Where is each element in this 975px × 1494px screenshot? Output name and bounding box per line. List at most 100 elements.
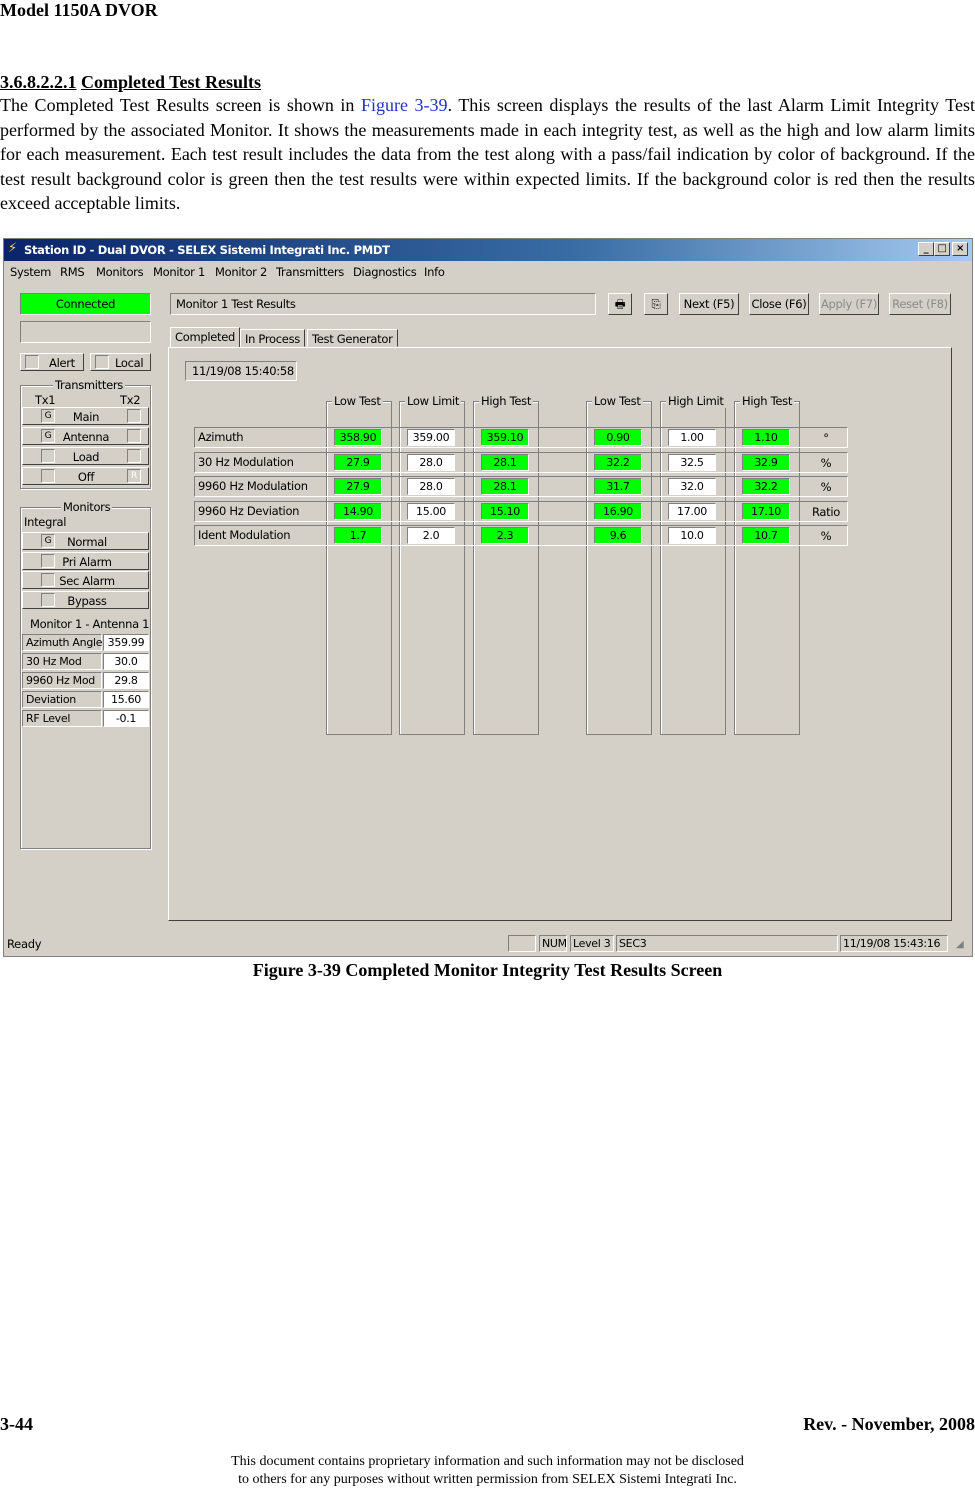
- menu-bar: System RMS Monitors Monitor 1 Monitor 2 …: [4, 261, 972, 281]
- notice-line-1: This document contains proprietary infor…: [231, 1454, 744, 1469]
- tab-in-process[interactable]: In Process: [240, 329, 305, 347]
- transmitter-row-label: Antenna: [62, 430, 110, 444]
- test-value: 1.10: [742, 429, 790, 446]
- reading-label: RF Level: [22, 710, 102, 727]
- reading-label: Azimuth Angle: [22, 634, 103, 651]
- page-header: Model 1150A DVOR: [0, 0, 158, 20]
- test-value: 32.9: [742, 453, 790, 471]
- test-value: 32.2: [742, 478, 790, 495]
- reading-value: 29.8: [103, 672, 149, 689]
- local-light: [95, 355, 109, 369]
- menu-diagnostics[interactable]: Diagnostics: [353, 265, 417, 279]
- test-value: 17.10: [742, 502, 790, 520]
- reading-value: 15.60: [103, 691, 149, 708]
- transmitter-row: Off R: [22, 467, 149, 485]
- status-clock: 11/19/08 15:43:16: [840, 935, 948, 952]
- close-icon[interactable]: ×: [952, 242, 968, 256]
- limit-value: 359.00: [407, 429, 455, 446]
- reading-label: Deviation: [22, 691, 102, 708]
- alert-label: Alert: [49, 356, 75, 370]
- transmitter-row-label: Main: [72, 410, 100, 424]
- result-row-name: Ident Modulation: [198, 528, 291, 542]
- column-header: Low Test: [332, 394, 383, 408]
- close-button[interactable]: Close (F6): [749, 293, 809, 315]
- monitor-status-row: G Normal: [22, 532, 149, 550]
- section-heading: 3.6.8.2.2.1 Completed Test Results: [0, 72, 261, 93]
- section-title: Completed Test Results: [81, 72, 262, 92]
- menu-transmitters[interactable]: Transmitters: [276, 265, 344, 279]
- column-header: High Limit: [666, 394, 726, 408]
- menu-monitor-1[interactable]: Monitor 1: [153, 265, 205, 279]
- test-value: 0.90: [594, 429, 642, 446]
- tab-completed[interactable]: Completed: [170, 327, 241, 347]
- monitor-status-row: Bypass: [22, 590, 149, 609]
- tx2-indicator: [127, 429, 141, 443]
- result-row-name: 9960 Hz Deviation: [198, 503, 300, 518]
- resize-grip-icon[interactable]: ◢: [956, 939, 964, 950]
- reading-value: -0.1: [103, 710, 149, 727]
- menu-info[interactable]: Info: [424, 265, 445, 279]
- para-text-pre: The Completed Test Results screen is sho…: [0, 95, 361, 115]
- limit-value: 15.00: [407, 502, 455, 520]
- status-num: NUM: [539, 935, 567, 952]
- notice-line-2: to others for any purposes without writt…: [238, 1472, 737, 1487]
- tx1-indicator: [41, 469, 55, 483]
- result-unit: %: [820, 480, 832, 494]
- tx2-indicator: R: [127, 469, 141, 483]
- status-blank: [508, 935, 536, 952]
- app-logo-icon: ⚡: [8, 241, 17, 256]
- test-value: 10.7: [742, 527, 790, 544]
- test-value: 27.9: [334, 478, 382, 495]
- result-row-name: Azimuth: [198, 430, 244, 444]
- results-title-text: Monitor 1 Test Results: [176, 297, 296, 311]
- monitor-status-row: Sec Alarm: [22, 571, 149, 589]
- menu-monitor-2[interactable]: Monitor 2: [215, 265, 267, 279]
- menu-rms[interactable]: RMS: [60, 265, 85, 279]
- limit-value: 2.0: [407, 527, 455, 544]
- transmitter-row-label: Off: [77, 470, 95, 484]
- status-blank-field: [20, 321, 151, 343]
- next-button[interactable]: Next (F5): [679, 293, 739, 315]
- figure-link[interactable]: Figure 3-39: [361, 95, 448, 115]
- column-header: High Test: [479, 394, 534, 408]
- monitor-status-label: Bypass: [67, 593, 107, 608]
- test-value: 9.6: [594, 527, 642, 544]
- test-value: 28.1: [481, 453, 529, 471]
- apply-button[interactable]: Apply (F7): [819, 293, 879, 315]
- limit-value: 1.00: [668, 429, 716, 446]
- local-indicator: Local: [90, 353, 151, 371]
- transmitter-row: G Antenna: [22, 427, 149, 445]
- minimize-icon[interactable]: _: [918, 242, 934, 256]
- column-header: Low Test: [592, 394, 643, 408]
- title-bar: ⚡ Station ID - Dual DVOR - SELEX Sistemi…: [4, 239, 972, 261]
- status-sec: SEC3: [616, 935, 838, 952]
- revision-date: Rev. - November, 2008: [803, 1414, 975, 1434]
- tx2-label: Tx2: [120, 393, 141, 407]
- transmitter-row: G Main: [22, 407, 149, 425]
- alert-light: [25, 355, 39, 369]
- monitor-status-indicator: G: [41, 534, 55, 548]
- monitor-status-label: Sec Alarm: [59, 574, 115, 588]
- transmitter-row-label: Load: [72, 450, 100, 464]
- monitor-status-label: Normal: [67, 535, 107, 549]
- print-icon[interactable]: 🖶: [608, 293, 632, 315]
- tab-test-generator[interactable]: Test Generator: [307, 329, 398, 347]
- limit-value: 10.0: [668, 527, 716, 544]
- reset-button[interactable]: Reset (F8): [889, 293, 951, 315]
- test-value: 31.7: [594, 478, 642, 495]
- monitor-status-indicator: [41, 592, 55, 607]
- test-value: 32.2: [594, 453, 642, 471]
- limit-value: 28.0: [407, 478, 455, 495]
- limit-value: 28.0: [407, 453, 455, 471]
- test-value: 1.7: [334, 527, 382, 544]
- test-value: 14.90: [334, 502, 382, 520]
- tx1-indicator: [41, 449, 55, 463]
- integral-label: Integral: [24, 515, 67, 529]
- menu-monitors[interactable]: Monitors: [96, 265, 144, 279]
- copy-icon[interactable]: ⎘: [644, 293, 668, 315]
- monitor-status-indicator: [41, 553, 55, 568]
- menu-system[interactable]: System: [10, 265, 51, 279]
- tx2-indicator: [127, 449, 141, 463]
- alert-indicator: Alert: [20, 353, 84, 371]
- maximize-icon[interactable]: □: [934, 242, 950, 256]
